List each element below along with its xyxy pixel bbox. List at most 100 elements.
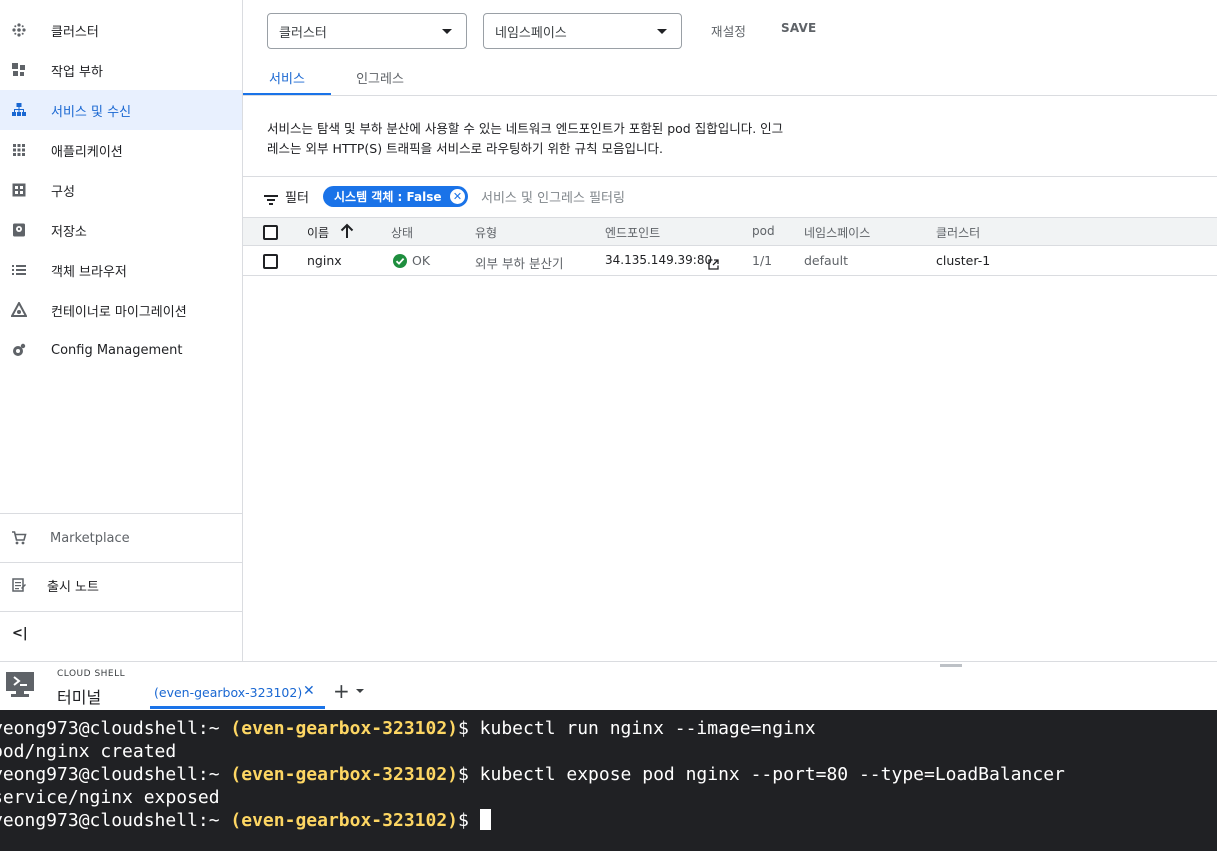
- service-name-link[interactable]: nginx: [307, 253, 342, 268]
- terminal-line: yeong973@cloudshell:~ (even-gearbox-3231…: [0, 763, 1065, 786]
- sidebar-item-services[interactable]: 서비스 및 수신: [0, 90, 242, 130]
- sidebar-item-label: 서비스 및 수신: [51, 104, 132, 120]
- sidebar-divider: [0, 611, 242, 612]
- close-icon[interactable]: ✕: [303, 683, 315, 699]
- chevron-down-icon: [657, 29, 667, 34]
- namespace-dropdown-label: 네임스페이스: [495, 25, 567, 41]
- column-header-name[interactable]: 이름: [307, 224, 329, 241]
- filter-chip[interactable]: 시스템 객체 : False ✕: [323, 186, 468, 207]
- column-header-type[interactable]: 유형: [475, 224, 497, 241]
- sidebar-item-label: Marketplace: [50, 530, 130, 546]
- sidebar-item-storage[interactable]: 저장소: [0, 210, 242, 250]
- sidebar-item-label: Config Management: [51, 342, 183, 358]
- applications-icon: [11, 142, 27, 158]
- tab-ingress[interactable]: 인그레스: [336, 58, 424, 96]
- sidebar-item-label: 클러스터: [51, 24, 99, 40]
- filter-divider: [243, 176, 1217, 177]
- collapse-sidebar-button[interactable]: <|: [12, 626, 28, 641]
- namespace-value: default: [804, 253, 848, 268]
- workloads-icon: [11, 62, 27, 78]
- column-header-endpoints[interactable]: 엔드포인트: [605, 224, 660, 241]
- terminal-prompt: yeong973@cloudshell:~: [0, 810, 220, 831]
- sidebar-item-clusters[interactable]: 클러스터: [0, 10, 242, 50]
- sidebar-divider: [0, 513, 242, 514]
- sidebar-item-migrate[interactable]: 컨테이너로 마이그레이션: [0, 290, 242, 330]
- object-browser-icon: [11, 262, 27, 278]
- sidebar-item-label: 구성: [51, 184, 75, 200]
- sidebar-item-release-notes[interactable]: 출시 노트: [0, 565, 242, 605]
- filter-chip-label: 시스템 객체 : False: [334, 190, 442, 204]
- sidebar: 클러스터 작업 부하 서비스 및 수신 애플리케이션 구성 저장소 객체 브라우…: [0, 0, 243, 661]
- add-tab-button[interactable]: +: [333, 679, 350, 703]
- sidebar-item-label: 저장소: [51, 224, 87, 240]
- sidebar-item-object-browser[interactable]: 객체 브라우저: [0, 250, 242, 290]
- sidebar-divider: [0, 562, 242, 563]
- column-header-pods[interactable]: pod: [752, 224, 775, 238]
- config-management-icon: [11, 342, 27, 358]
- cluster-icon: [11, 22, 27, 38]
- services-icon: [11, 102, 27, 118]
- reset-button[interactable]: 재설정: [711, 21, 746, 40]
- chevron-down-icon[interactable]: [356, 689, 364, 693]
- migrate-icon: [11, 302, 27, 318]
- terminal-line: yeong973@cloudshell:~ (even-gearbox-3231…: [0, 809, 491, 832]
- filter-label: 필터: [285, 191, 309, 206]
- sidebar-item-label: 작업 부하: [51, 64, 103, 80]
- cart-icon: [11, 530, 27, 546]
- cluster-dropdown[interactable]: 클러스터: [267, 13, 467, 49]
- save-button[interactable]: SAVE: [781, 21, 816, 35]
- filter-input[interactable]: 서비스 및 인그레스 필터링: [481, 187, 625, 206]
- sidebar-item-configuration[interactable]: 구성: [0, 170, 242, 210]
- terminal-line: pod/nginx created: [0, 741, 177, 762]
- terminal-cursor: [479, 809, 491, 830]
- sidebar-item-label: 객체 브라우저: [51, 264, 127, 280]
- services-description: 서비스는 탐색 및 부하 분산에 사용할 수 있는 네트워크 엔드포인트가 포함…: [267, 121, 784, 156]
- terminal-command: $: [458, 810, 480, 831]
- sidebar-item-marketplace[interactable]: Marketplace: [0, 518, 242, 558]
- row-checkbox[interactable]: [263, 254, 278, 269]
- storage-icon: [11, 222, 27, 238]
- terminal-prompt: yeong973@cloudshell:~: [0, 718, 220, 739]
- sidebar-item-config-management[interactable]: Config Management: [0, 330, 242, 370]
- terminal-line: service/nginx exposed: [0, 787, 220, 808]
- sidebar-item-workloads[interactable]: 작업 부하: [0, 50, 242, 90]
- pods-count: 1/1: [752, 253, 773, 268]
- status-text: OK: [412, 253, 431, 268]
- endpoint-link[interactable]: 34.135.149.39:80: [605, 253, 712, 267]
- terminal-icon: [5, 670, 35, 698]
- shell-session-tab[interactable]: (even-gearbox-323102): [154, 685, 302, 700]
- terminal-project: (even-gearbox-323102): [230, 764, 458, 785]
- terminal-prompt: yeong973@cloudshell:~: [0, 764, 220, 785]
- service-type: 외부 부하 분산기: [475, 256, 564, 271]
- terminal[interactable]: yeong973@cloudshell:~ (even-gearbox-3231…: [0, 710, 1217, 851]
- cluster-link[interactable]: cluster-1: [936, 253, 990, 268]
- chevron-down-icon: [442, 29, 452, 34]
- table-header: 이름 상태 유형 엔드포인트 pod 네임스페이스 클러스터: [243, 217, 1217, 246]
- close-icon[interactable]: ✕: [450, 189, 465, 204]
- terminal-project: (even-gearbox-323102): [230, 810, 458, 831]
- check-circle-icon: [393, 253, 407, 272]
- configuration-icon: [11, 182, 27, 198]
- tab-services[interactable]: 서비스: [243, 58, 331, 96]
- sidebar-item-applications[interactable]: 애플리케이션: [0, 130, 242, 170]
- sidebar-item-label: 출시 노트: [47, 579, 99, 595]
- sort-arrow-up-icon[interactable]: [340, 223, 354, 243]
- cloud-shell-title: 터미널: [57, 688, 102, 707]
- select-all-checkbox[interactable]: [263, 225, 278, 240]
- column-header-status[interactable]: 상태: [391, 224, 413, 241]
- sidebar-item-label: 애플리케이션: [51, 144, 123, 160]
- terminal-project: (even-gearbox-323102): [230, 718, 458, 739]
- terminal-command: $ kubectl run nginx --image=nginx: [458, 718, 816, 739]
- open-in-new-icon[interactable]: [708, 255, 719, 274]
- cluster-dropdown-label: 클러스터: [279, 25, 327, 41]
- terminal-line: yeong973@cloudshell:~ (even-gearbox-3231…: [0, 717, 816, 740]
- sidebar-item-label: 컨테이너로 마이그레이션: [51, 304, 187, 320]
- active-tab-indicator: [150, 706, 325, 709]
- resize-handle[interactable]: [940, 664, 962, 667]
- column-header-namespace[interactable]: 네임스페이스: [804, 224, 870, 241]
- column-header-cluster[interactable]: 클러스터: [936, 224, 980, 241]
- tabs-divider: [243, 95, 1217, 96]
- namespace-dropdown[interactable]: 네임스페이스: [483, 13, 682, 49]
- release-notes-icon: [11, 577, 27, 593]
- filter-icon[interactable]: [264, 191, 278, 210]
